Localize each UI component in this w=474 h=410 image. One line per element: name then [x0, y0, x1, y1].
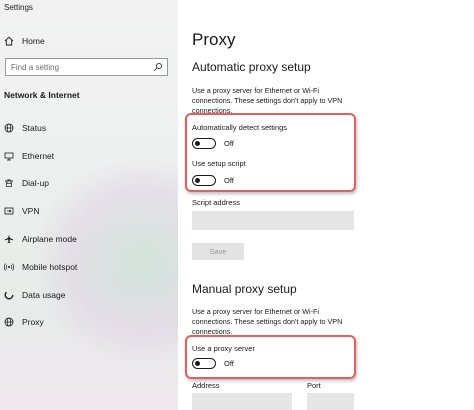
page-title: Proxy [192, 30, 236, 49]
sidebar-item-label: Data usage [22, 290, 66, 300]
setup-script-state: Off [224, 176, 234, 185]
highlight-box [185, 335, 356, 379]
script-address-label: Script address [192, 198, 240, 207]
detect-settings-toggle[interactable] [192, 138, 216, 149]
sidebar-item-home[interactable]: Home [0, 30, 178, 52]
hotspot-icon [4, 262, 14, 272]
sidebar-item-vpn[interactable]: VPN [0, 200, 178, 222]
sidebar-item-label: VPN [22, 206, 40, 216]
auto-proxy-heading: Automatic proxy setup [192, 60, 311, 74]
port-label: Port [307, 381, 321, 390]
sidebar-item-label: Mobile hotspot [22, 262, 78, 272]
use-proxy-label: Use a proxy server [192, 344, 255, 353]
app-title: Settings [4, 3, 33, 12]
data-usage-icon [4, 290, 14, 300]
port-field[interactable] [307, 393, 354, 410]
sidebar-item-status[interactable]: Status [0, 117, 178, 139]
sidebar-item-label: Dial-up [22, 178, 49, 188]
detect-settings-state: Off [224, 139, 234, 148]
sidebar-item-dial-up[interactable]: Dial-up [0, 172, 178, 194]
save-button[interactable]: Save [192, 243, 244, 260]
home-icon [4, 36, 14, 46]
sidebar-item-label: Proxy [22, 317, 44, 327]
sidebar-item-ethernet[interactable]: Ethernet [0, 145, 178, 167]
search-placeholder: Find a setting [11, 62, 60, 72]
globe-icon [4, 123, 14, 133]
manual-proxy-heading: Manual proxy setup [192, 282, 297, 296]
search-input[interactable]: Find a setting [5, 58, 168, 76]
vpn-icon [4, 206, 14, 216]
sidebar-item-proxy[interactable]: Proxy [0, 311, 178, 333]
use-proxy-row: Off [192, 358, 234, 369]
sidebar-item-mobile-hotspot[interactable]: Mobile hotspot [0, 256, 178, 278]
globe-icon [4, 317, 14, 327]
address-field[interactable] [192, 393, 292, 410]
use-proxy-toggle[interactable] [192, 358, 216, 369]
manual-proxy-description: Use a proxy server for Ethernet or Wi-Fi… [192, 307, 343, 336]
setup-script-label: Use setup script [192, 159, 246, 168]
use-proxy-state: Off [224, 359, 234, 368]
dialup-icon [4, 178, 14, 188]
detect-settings-label: Automatically detect settings [192, 123, 288, 132]
main-content: Proxy Automatic proxy setup Use a proxy … [178, 0, 474, 410]
setup-script-row: Off [192, 175, 234, 186]
sidebar-item-label: Airplane mode [22, 234, 77, 244]
sidebar: Settings Home Find a setting Network & I… [0, 0, 178, 410]
script-address-field[interactable] [192, 211, 354, 230]
sidebar-item-label: Status [22, 123, 47, 133]
address-label: Address [192, 381, 220, 390]
sidebar-item-label: Ethernet [22, 151, 55, 161]
search-icon [153, 62, 163, 72]
sidebar-item-airplane-mode[interactable]: Airplane mode [0, 228, 178, 250]
auto-proxy-description: Use a proxy server for Ethernet or Wi-Fi… [192, 86, 343, 115]
ethernet-icon [4, 151, 14, 161]
sidebar-item-label: Home [22, 36, 45, 46]
setup-script-toggle[interactable] [192, 175, 216, 186]
sidebar-item-data-usage[interactable]: Data usage [0, 284, 178, 306]
section-title: Network & Internet [4, 90, 80, 100]
airplane-icon [4, 234, 14, 244]
detect-settings-row: Off [192, 138, 234, 149]
